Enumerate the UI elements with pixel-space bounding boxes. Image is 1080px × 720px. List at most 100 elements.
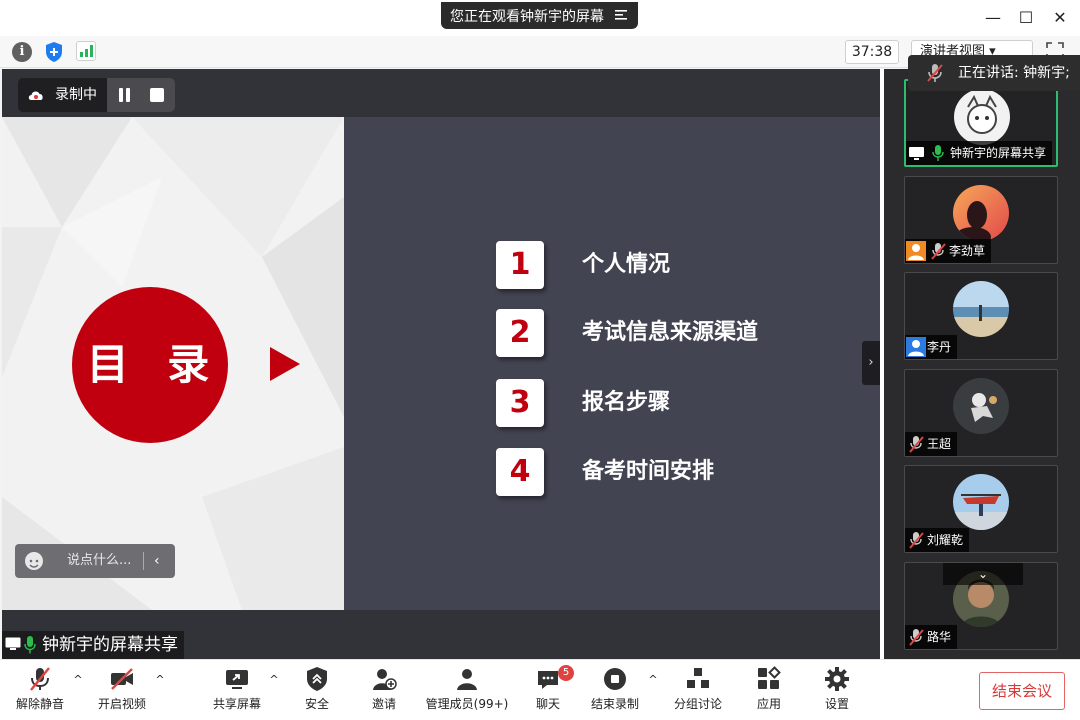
invite-label: 邀请 — [371, 697, 396, 711]
screen-share-label-text: 钟新宇的屏幕共享 — [42, 635, 178, 655]
participant-tile[interactable]: 李丹 — [904, 272, 1058, 360]
recording-options-caret-icon[interactable]: ^ — [647, 674, 659, 686]
participant-nameplate: 李丹 — [905, 335, 958, 359]
share-screen-button[interactable]: 共享屏幕 — [210, 666, 264, 716]
manage-members-label: 管理成员(99+) — [425, 697, 509, 711]
cloud-icon — [28, 91, 43, 100]
presentation-slide: 目 录 说点什么... ‹ 1 个人情况 2 考试信息来源渠道 3 报名步骤 4… — [2, 117, 880, 610]
toc-item-text: 个人情况 — [582, 252, 671, 277]
active-speaker-text: 正在讲话: 钟新宇; — [958, 65, 1070, 81]
gear-icon — [825, 667, 849, 691]
screen-share-icon — [906, 141, 928, 165]
info-icon[interactable]: i — [12, 42, 32, 62]
emoji-icon[interactable] — [25, 552, 43, 570]
participant-list: 钟新宇的屏幕共享 李劲草 李丹 王超 刘耀乾 ⌄ 路华 — [884, 69, 1080, 659]
toc-item-text: 备考时间安排 — [582, 459, 715, 484]
toc-item-number: 1 — [496, 241, 544, 289]
breakout-rooms-button[interactable]: 分组讨论 — [672, 666, 724, 716]
participant-name: 王超 — [927, 437, 952, 451]
active-speaker-toast: 正在讲话: 钟新宇; — [908, 55, 1080, 91]
video-off-icon — [111, 668, 133, 690]
screen-share-icon — [5, 637, 21, 650]
unmute-button[interactable]: 解除静音 — [14, 666, 66, 716]
breakout-rooms-label: 分组讨论 — [673, 697, 722, 711]
settings-button[interactable]: 设置 — [820, 666, 854, 716]
slide-right-panel: 1 个人情况 2 考试信息来源渠道 3 报名步骤 4 备考时间安排 — [344, 117, 880, 610]
toc-title: 目 录 — [72, 287, 228, 443]
viewing-banner[interactable]: 您正在观看钟新宇的屏幕 — [441, 2, 638, 29]
screen-share-label: 钟新宇的屏幕共享 — [2, 631, 184, 659]
start-video-label: 开启视频 — [97, 697, 146, 711]
end-recording-button[interactable]: 结束录制 — [589, 666, 641, 716]
participant-tile[interactable]: 刘耀乾 — [904, 465, 1058, 553]
close-button[interactable]: ✕ — [1050, 8, 1070, 28]
maximize-button[interactable]: ☐ — [1016, 8, 1036, 28]
user-icon — [905, 335, 927, 359]
participant-name: 李丹 — [927, 340, 952, 354]
end-recording-label: 结束录制 — [590, 697, 639, 711]
avatar — [953, 474, 1009, 530]
recording-controls — [107, 78, 175, 112]
participant-nameplate: 路华 — [905, 625, 958, 649]
participant-tile[interactable]: ⌄ 路华 — [904, 562, 1058, 650]
mic-muted-icon — [927, 239, 949, 263]
chevron-left-icon[interactable]: ‹ — [154, 544, 160, 578]
breakout-icon — [687, 668, 709, 688]
participant-name: 钟新宇的屏幕共享 — [950, 146, 1047, 160]
user-icon — [905, 239, 927, 263]
manage-members-button[interactable]: 管理成员(99+) — [424, 666, 510, 716]
security-label: 安全 — [304, 697, 329, 711]
participant-tile[interactable]: 钟新宇的屏幕共享 — [904, 79, 1058, 167]
mic-active-icon — [928, 141, 950, 165]
viewing-banner-text: 您正在观看钟新宇的屏幕 — [450, 8, 604, 25]
toc-item-number: 2 — [496, 309, 544, 357]
apps-label: 应用 — [756, 697, 781, 711]
chat-label: 聊天 — [535, 697, 560, 711]
recording-label: 录制中 — [55, 87, 97, 103]
participant-tile[interactable]: 王超 — [904, 369, 1058, 457]
pause-recording-icon[interactable] — [118, 88, 132, 102]
slide-left-panel: 目 录 说点什么... ‹ — [2, 117, 344, 610]
settings-label: 设置 — [824, 697, 849, 711]
mic-muted-icon — [30, 667, 50, 691]
meeting-window: 您正在观看钟新宇的屏幕 — ☐ ✕ i 37:38 演讲者视图 ▾ 正在讲话: … — [0, 0, 1080, 720]
participant-nameplate: 刘耀乾 — [905, 528, 970, 552]
divider — [143, 552, 144, 570]
participant-name: 李劲草 — [949, 244, 986, 258]
sidebar-toggle-handle[interactable]: › — [862, 341, 880, 385]
security-button[interactable]: 安全 — [300, 666, 334, 716]
chevron-down-icon[interactable]: ⌄ — [943, 563, 1023, 585]
security-shield-icon[interactable] — [44, 41, 64, 63]
apps-button[interactable]: 应用 — [752, 666, 786, 716]
chat-unread-badge: 5 — [558, 665, 574, 681]
mic-muted-icon — [927, 64, 943, 82]
play-arrow-icon — [270, 347, 300, 381]
avatar — [953, 378, 1009, 434]
add-user-icon — [373, 669, 397, 690]
menu-icon[interactable] — [614, 8, 628, 22]
apps-icon — [758, 666, 781, 689]
chat-icon — [538, 671, 558, 689]
participant-nameplate: 钟新宇的屏幕共享 — [906, 141, 1053, 165]
participant-name: 刘耀乾 — [927, 533, 964, 547]
video-options-caret-icon[interactable]: ^ — [154, 674, 166, 686]
mic-muted-icon — [905, 625, 927, 649]
participant-name: 路华 — [927, 630, 952, 644]
shield-icon — [307, 667, 327, 691]
mic-active-icon — [24, 636, 36, 654]
chat-placeholder[interactable]: 说点什么... — [67, 544, 131, 578]
participant-tile[interactable]: 李劲草 — [904, 176, 1058, 264]
toc-item-number: 4 — [496, 448, 544, 496]
stop-recording-icon[interactable] — [150, 88, 164, 102]
meeting-controls-bar: 解除静音 ^ 开启视频 ^ 共享屏幕 ^ 安全 邀请 管理成员(99+) 聊天 — [0, 659, 1080, 720]
audio-options-caret-icon[interactable]: ^ — [72, 674, 84, 686]
start-video-button[interactable]: 开启视频 — [96, 666, 148, 716]
chat-input-pill[interactable]: 说点什么... ‹ — [15, 544, 175, 578]
shared-screen-stage: 录制中 目 录 说点什么... ‹ 1 个人情况 2 考试信息来源渠道 3 报名… — [2, 69, 880, 659]
participant-sidebar: 钟新宇的屏幕共享 李劲草 李丹 王超 刘耀乾 ⌄ 路华 — [880, 69, 1080, 659]
network-signal-icon[interactable] — [76, 41, 96, 61]
invite-button[interactable]: 邀请 — [367, 666, 401, 716]
end-meeting-button[interactable]: 结束会议 — [979, 672, 1065, 710]
share-options-caret-icon[interactable]: ^ — [268, 674, 280, 686]
minimize-button[interactable]: — — [983, 8, 1003, 28]
